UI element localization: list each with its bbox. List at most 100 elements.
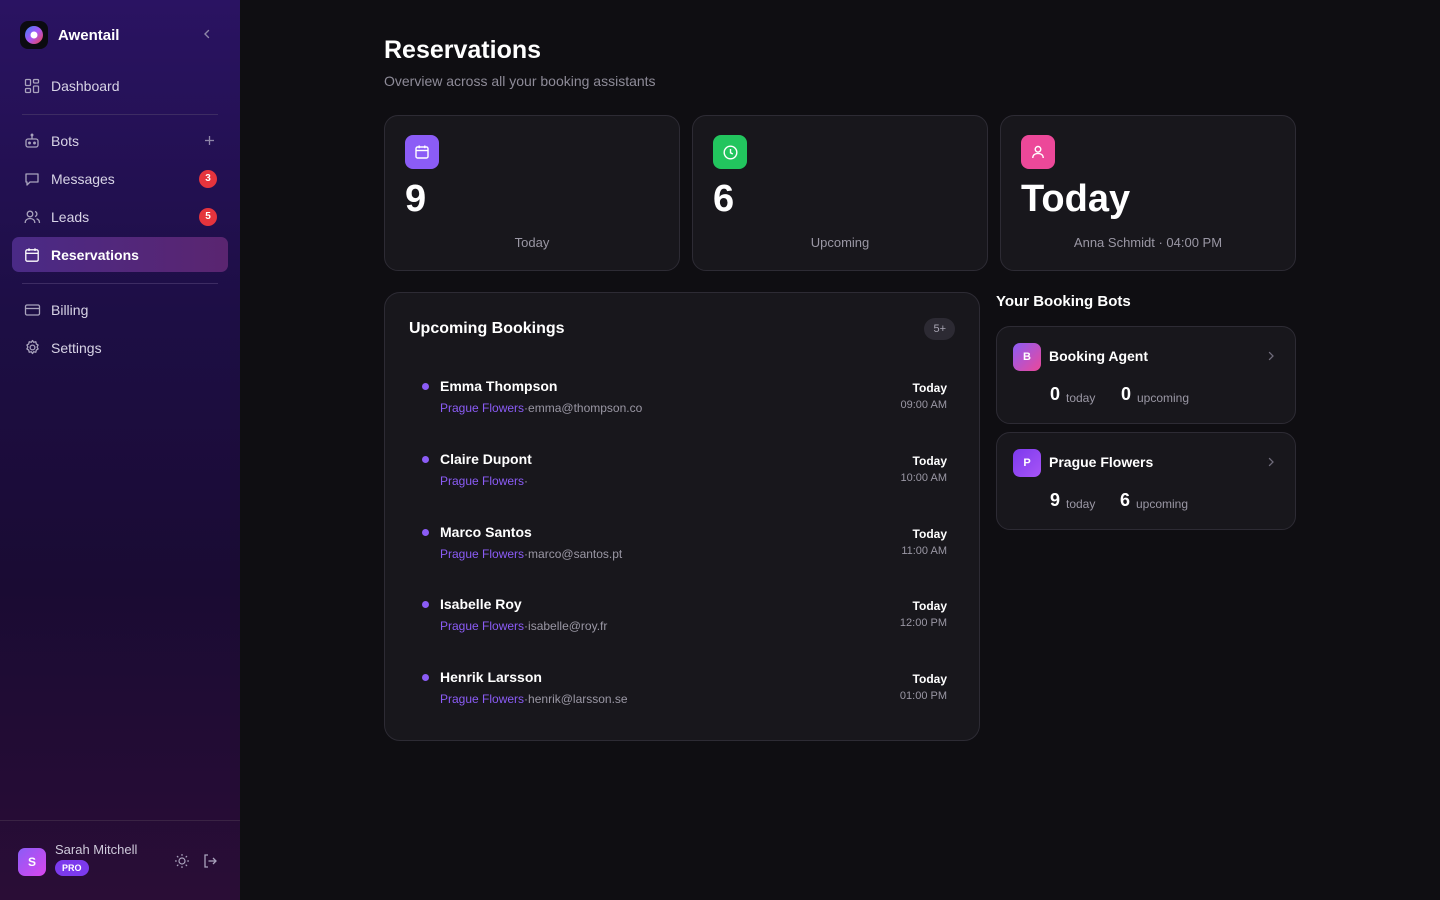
add-bot-icon[interactable] xyxy=(202,134,216,148)
booking-bot: Prague Flowers xyxy=(440,692,525,706)
booking-time: 11:00 AM xyxy=(901,545,947,557)
bot-name: Booking Agent xyxy=(1049,348,1149,364)
booking-time: 01:00 PM xyxy=(899,690,947,702)
dashboard-icon xyxy=(23,77,41,95)
bot-avatar: P xyxy=(1013,449,1041,477)
page-title: Reservations xyxy=(384,36,542,64)
booking-time: 09:00 AM xyxy=(900,399,947,411)
bot-today-label: today xyxy=(1066,497,1096,511)
avatar-initial: S xyxy=(27,855,36,869)
booking-row[interactable]: Isabelle Roy Prague Flowers·isabelle@roy… xyxy=(409,591,957,641)
sun-icon[interactable] xyxy=(173,852,191,870)
bot-today-label: today xyxy=(1066,391,1096,405)
status-dot xyxy=(422,529,429,536)
booking-day: Today xyxy=(912,672,947,686)
chevron-right-icon xyxy=(1265,349,1277,363)
bot-upcoming-count: 6 xyxy=(1120,490,1131,510)
stat-value: 9 xyxy=(405,178,427,220)
booking-time: 12:00 PM xyxy=(899,617,947,629)
bookings-count-badge: 5+ xyxy=(924,318,955,340)
stat-value: Today xyxy=(1021,178,1131,220)
calendar-icon xyxy=(23,246,41,264)
bot-card-prague-flowers[interactable]: P Prague Flowers 9 today 6 upcoming xyxy=(996,432,1296,530)
stat-card-upcoming: 6 Upcoming xyxy=(692,115,988,271)
stat-value: 6 xyxy=(713,178,735,220)
sidebar: Awentail Dashboard Bots Messages 3 Leads… xyxy=(0,0,240,900)
booking-name: Emma Thompson xyxy=(440,378,558,394)
booking-row[interactable]: Henrik Larsson Prague Flowers·henrik@lar… xyxy=(409,664,957,714)
status-dot xyxy=(422,456,429,463)
booking-meta: Prague Flowers·marco@santos.pt xyxy=(440,547,622,561)
bot-initial: P xyxy=(1023,457,1031,469)
booking-meta: Prague Flowers· xyxy=(440,474,528,488)
upcoming-bookings-panel: Upcoming Bookings 5+ Emma Thompson Pragu… xyxy=(384,292,980,741)
calendar-icon xyxy=(405,135,439,169)
sidebar-item-dashboard[interactable]: Dashboard xyxy=(12,68,228,103)
sidebar-item-settings[interactable]: Settings xyxy=(12,330,228,365)
sidebar-divider xyxy=(22,114,218,115)
bot-avatar: B xyxy=(1013,343,1041,371)
booking-name: Claire Dupont xyxy=(440,451,532,467)
sidebar-item-label: Dashboard xyxy=(51,77,120,94)
bot-upcoming-count: 0 xyxy=(1121,384,1132,404)
sidebar-item-messages[interactable]: Messages 3 xyxy=(12,161,228,196)
stat-label: Anna Schmidt · 04:00 PM xyxy=(1073,235,1223,250)
booking-row[interactable]: Claire Dupont Prague Flowers· Today 10:0… xyxy=(409,446,957,496)
brand[interactable]: Awentail xyxy=(20,21,119,49)
booking-email: henrik@larsson.se xyxy=(528,692,628,706)
status-dot xyxy=(422,674,429,681)
stat-card-today: 9 Today xyxy=(384,115,680,271)
message-icon xyxy=(23,170,41,188)
booking-day: Today xyxy=(912,381,947,395)
booking-bot: Prague Flowers xyxy=(440,401,525,415)
bot-initial: B xyxy=(1023,351,1031,363)
status-dot xyxy=(422,383,429,390)
booking-bot: Prague Flowers xyxy=(440,619,525,633)
app-logo-icon xyxy=(20,21,48,49)
bot-name: Prague Flowers xyxy=(1049,454,1154,470)
app-name: Awentail xyxy=(58,26,120,44)
booking-row[interactable]: Emma Thompson Prague Flowers·emma@thomps… xyxy=(409,373,957,423)
page-subtitle: Overview across all your booking assista… xyxy=(384,73,656,89)
sidebar-item-label: Billing xyxy=(51,301,89,318)
bot-upcoming-label: upcoming xyxy=(1136,497,1189,511)
sidebar-item-label: Bots xyxy=(51,132,80,149)
sidebar-item-label: Settings xyxy=(51,339,102,356)
users-icon xyxy=(23,208,41,226)
gear-icon xyxy=(23,339,41,357)
booking-email: marco@santos.pt xyxy=(528,547,623,561)
sidebar-item-reservations[interactable]: Reservations xyxy=(12,237,228,272)
booking-bot: Prague Flowers xyxy=(440,547,525,561)
booking-time: 10:00 AM xyxy=(900,472,947,484)
user-profile: S Sarah Mitchell PRO xyxy=(0,820,240,900)
stat-label: Today xyxy=(514,235,550,250)
credit-card-icon xyxy=(23,301,41,319)
avatar[interactable]: S xyxy=(18,848,46,876)
stat-label: Upcoming xyxy=(810,235,870,250)
clock-icon xyxy=(713,135,747,169)
status-dot xyxy=(422,601,429,608)
panel-title: Upcoming Bookings xyxy=(409,320,565,337)
bot-icon xyxy=(23,132,41,150)
meta-separator: · xyxy=(524,474,529,488)
sidebar-item-label: Leads xyxy=(51,208,90,225)
bot-upcoming-label: upcoming xyxy=(1137,391,1190,405)
sidebar-item-leads[interactable]: Leads 5 xyxy=(12,199,228,234)
booking-day: Today xyxy=(912,454,947,468)
chevron-right-icon xyxy=(1265,455,1277,469)
booking-email: isabelle@roy.fr xyxy=(528,619,608,633)
bots-section-title: Your Booking Bots xyxy=(996,293,1131,310)
logout-icon[interactable] xyxy=(201,852,219,870)
leads-count-badge: 5 xyxy=(199,207,217,226)
sidebar-item-label: Messages xyxy=(51,170,115,187)
booking-bot: Prague Flowers xyxy=(440,474,525,488)
booking-row[interactable]: Marco Santos Prague Flowers·marco@santos… xyxy=(409,519,957,569)
plan-badge: PRO xyxy=(55,860,89,876)
sidebar-divider xyxy=(22,283,218,284)
user-name: Sarah Mitchell xyxy=(55,842,138,857)
sidebar-item-bots[interactable]: Bots xyxy=(12,123,228,158)
booking-email: emma@thompson.co xyxy=(528,401,643,415)
bot-card-booking-agent[interactable]: B Booking Agent 0 today 0 upcoming xyxy=(996,326,1296,424)
collapse-sidebar-icon[interactable] xyxy=(198,25,216,43)
sidebar-item-billing[interactable]: Billing xyxy=(12,292,228,327)
